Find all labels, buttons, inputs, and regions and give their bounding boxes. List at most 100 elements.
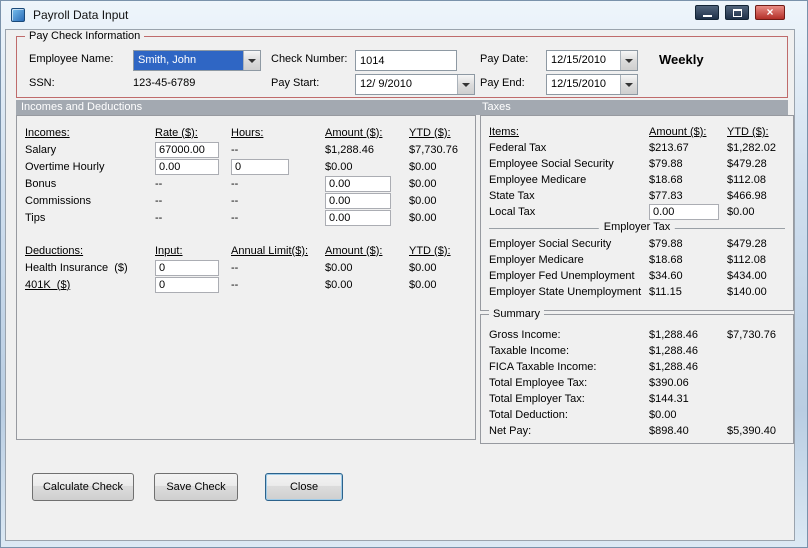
summary-row-fica: FICA Taxable Income: $1,288.46 xyxy=(481,359,793,375)
tax-amount: $18.68 xyxy=(649,174,683,186)
check-number-input[interactable] xyxy=(355,50,457,71)
pay-date-picker[interactable]: 12/15/2010 xyxy=(546,50,638,71)
pay-frequency-label: Weekly xyxy=(659,52,704,67)
overtime-rate-input[interactable] xyxy=(155,158,219,175)
save-check-button[interactable]: Save Check xyxy=(154,473,238,501)
deduction-limit: -- xyxy=(231,278,239,291)
minimize-button[interactable] xyxy=(695,5,719,20)
local-tax-input[interactable] xyxy=(649,204,719,220)
employer-tax-divider: Employer Tax xyxy=(483,220,791,236)
deduction-row-401k: 401K ($) -- $0.00 $0.00 xyxy=(17,276,475,293)
tax-item: Employer Social Security xyxy=(489,238,612,250)
tax-amount: $34.60 xyxy=(649,270,683,282)
income-name: Bonus xyxy=(25,177,57,190)
income-name: Overtime Hourly xyxy=(25,160,105,173)
taxes-panel: Items: Amount ($): YTD ($): Federal Tax … xyxy=(480,115,794,311)
employee-name-combobox[interactable]: Smith, John xyxy=(133,50,261,71)
deduction-401k-link[interactable]: 401K ($) xyxy=(25,279,155,291)
app-icon xyxy=(11,8,25,22)
employee-name-dropdown-button[interactable] xyxy=(243,51,260,70)
income-hours: -- xyxy=(231,143,239,156)
summary-panel: Summary Gross Income: $1,288.46 $7,730.7… xyxy=(480,308,794,444)
chevron-down-icon xyxy=(625,82,633,87)
tax-item: Federal Tax xyxy=(489,142,547,154)
pay-end-label: Pay End: xyxy=(480,77,525,89)
summary-row-total-deduction: Total Deduction: $0.00 xyxy=(481,407,793,423)
tax-item: Employer State Unemployment xyxy=(489,286,642,298)
summary-ytd: $7,730.76 xyxy=(727,329,776,341)
maximize-button[interactable] xyxy=(725,5,749,20)
pay-end-picker[interactable]: 12/15/2010 xyxy=(546,74,638,95)
summary-item: FICA Taxable Income: xyxy=(489,361,597,373)
incomes-col-name: Incomes: xyxy=(25,126,70,139)
window-title: Payroll Data Input xyxy=(33,8,129,22)
titlebar[interactable]: Payroll Data Input × xyxy=(1,1,807,29)
salary-rate-input[interactable] xyxy=(155,141,219,158)
deduction-ytd: $0.00 xyxy=(409,261,437,274)
tax-amount: $77.83 xyxy=(649,190,683,202)
tax-ytd: $434.00 xyxy=(727,270,767,282)
tax-ytd: $112.08 xyxy=(727,174,766,186)
calculate-check-button[interactable]: Calculate Check xyxy=(32,473,134,501)
deductions-header-row: Deductions: Input: Annual Limit($): Amou… xyxy=(17,242,475,259)
taxes-col-ytd: YTD ($): xyxy=(727,126,769,138)
close-icon: × xyxy=(766,5,774,19)
pay-end-dropdown-button[interactable] xyxy=(620,75,637,94)
summary-row-net-pay: Net Pay: $898.40 $5,390.40 xyxy=(481,423,793,439)
tax-row-employee-ss: Employee Social Security $79.88 $479.28 xyxy=(481,156,793,172)
paycheck-info-group: Pay Check Information Employee Name: Smi… xyxy=(16,30,788,98)
health-insurance-input[interactable] xyxy=(155,259,219,276)
close-button[interactable]: Close xyxy=(265,473,343,501)
deduction-limit: -- xyxy=(231,261,239,274)
commissions-amount-input[interactable] xyxy=(325,192,391,209)
pay-start-dropdown-button[interactable] xyxy=(457,75,474,94)
income-ytd: $0.00 xyxy=(409,177,437,190)
taxes-col-items: Items: xyxy=(489,126,519,138)
summary-amount: $1,288.46 xyxy=(649,345,698,357)
income-hours: -- xyxy=(231,177,239,190)
summary-row-taxable: Taxable Income: $1,288.46 xyxy=(481,343,793,359)
pay-date-dropdown-button[interactable] xyxy=(620,51,637,70)
summary-item: Total Employer Tax: xyxy=(489,393,585,405)
incomes-col-ytd: YTD ($): xyxy=(409,126,451,139)
income-row-tips: Tips -- -- $0.00 xyxy=(17,209,475,226)
check-number-label: Check Number: xyxy=(271,53,348,65)
income-name: Commissions xyxy=(25,194,92,207)
income-amount: $1,288.46 xyxy=(325,143,374,156)
income-ytd: $7,730.76 xyxy=(409,143,458,156)
incomes-col-hours: Hours: xyxy=(231,126,264,139)
taxes-header-row: Items: Amount ($): YTD ($): xyxy=(481,124,793,140)
close-window-button[interactable]: × xyxy=(755,5,785,20)
tax-row-local: Local Tax $0.00 xyxy=(481,204,793,220)
incomes-header-row: Incomes: Rate ($): Hours: Amount ($): YT… xyxy=(17,124,475,141)
pay-date-value: 12/15/2010 xyxy=(551,54,607,66)
deduction-name: Health Insurance ($) xyxy=(25,261,128,274)
overtime-hours-input[interactable] xyxy=(231,158,289,175)
window-controls: × xyxy=(695,5,785,20)
ssn-value: 123-45-6789 xyxy=(133,77,196,89)
pay-start-label: Pay Start: xyxy=(271,77,320,89)
summary-ytd: $5,390.40 xyxy=(727,425,776,437)
tax-amount: $79.88 xyxy=(649,158,683,170)
pay-start-picker[interactable]: 12/ 9/2010 xyxy=(355,74,475,95)
summary-label: Summary xyxy=(489,308,545,320)
income-rate: -- xyxy=(155,177,163,190)
summary-row-total-employer-tax: Total Employer Tax: $144.31 xyxy=(481,391,793,407)
chevron-down-icon xyxy=(462,82,470,87)
tax-item: Employee Social Security xyxy=(489,158,614,170)
summary-amount: $144.31 xyxy=(649,393,689,405)
bonus-amount-input[interactable] xyxy=(325,175,391,192)
tax-item: Employer Medicare xyxy=(489,254,584,266)
summary-amount: $898.40 xyxy=(649,425,689,437)
tax-item: State Tax xyxy=(489,190,535,202)
summary-amount: $390.06 xyxy=(649,377,689,389)
deductions-col-limit: Annual Limit($): xyxy=(231,244,309,257)
tax-ytd: $466.98 xyxy=(727,190,767,202)
tips-amount-input[interactable] xyxy=(325,209,391,226)
401k-input[interactable] xyxy=(155,276,219,293)
tax-row-employer-fed-unemployment: Employer Fed Unemployment $34.60 $434.00 xyxy=(481,268,793,284)
summary-item: Total Deduction: xyxy=(489,409,568,421)
incomes-col-amount: Amount ($): xyxy=(325,126,383,139)
tax-ytd: $479.28 xyxy=(727,158,767,170)
tax-ytd: $112.08 xyxy=(727,254,766,266)
